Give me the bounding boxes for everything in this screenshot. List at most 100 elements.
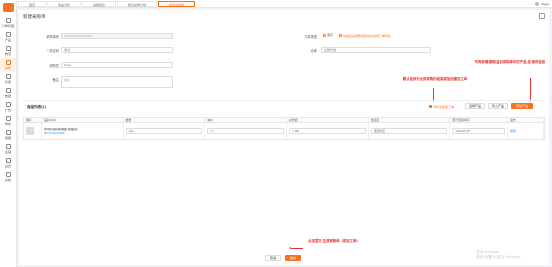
service-icon [5,130,11,135]
sidebar-item-label: 系统 [4,178,11,182]
document-icon[interactable] [539,13,545,19]
checkbox-checked-icon [429,105,432,108]
top-tab[interactable]: 采购建议 [82,0,117,7]
hint-text: 勾选后采购数量自动生成到下单列表 [343,33,392,38]
table-column-header: 总金额 [287,118,369,122]
settings-icon [5,158,11,163]
product-icon [5,32,11,37]
table-column-header: 操作 [508,118,545,122]
quantity-input[interactable]: 100 [125,128,203,134]
cancel-button[interactable]: 取消 [265,255,281,261]
store-icon [5,144,11,149]
sidebar-item-label: 广告 [4,108,11,112]
table-column-header: 单价 [205,118,287,122]
table-cell: 删除 [508,123,545,139]
sidebar-item-label: 仓库 [4,80,11,84]
table-cell [24,123,42,139]
app-logo [3,3,14,12]
sidebar-item[interactable]: 订单管理 [0,16,16,30]
checkbox-label: 同步生成加工单 [433,104,455,109]
section-divider [23,100,545,101]
annotation-arrow-icon [289,246,303,249]
sidebar-item-label: 财务 [4,122,11,126]
sidebar-item[interactable]: 物流 [0,44,16,58]
buyer-select[interactable]: bingo [61,62,173,68]
order-type-value: 库存 [327,33,334,37]
sidebar-item-label: 产品 [4,38,11,42]
table-column-header: 图片 [24,118,42,122]
warehouse-label: 仓库 [310,49,317,53]
top-tab[interactable]: 新建采购单 [158,0,196,7]
sidebar-item-label: 数据 [4,94,11,98]
product-table: 图片 品名/SKU 数量 单价 总金额 供应商 预计到货时间 操作 中冲切割圆珠球面环抱面养.… [23,117,545,140]
sidebar-item-label: 设置 [4,164,11,168]
sidebar: 订单管理产品物流采购仓库数据广告财务客服店铺设置系统 [0,0,17,267]
product-sku[interactable]: 65741/SKU2326 [44,131,121,136]
sidebar-item[interactable]: 系统 [0,170,16,184]
remark-textarea[interactable]: 备注 [61,76,173,88]
warehouse-select[interactable]: 全部仓储 [321,47,431,53]
table-column-header: 数量 [124,118,206,122]
user-menu[interactable]: Mega [535,1,549,6]
sidebar-item[interactable]: 产品 [0,30,16,44]
table-row: 中冲切割圆珠球面环抱面养... 65741/SKU2326 100 7.7 7,100 测… [24,123,545,139]
add-product-button[interactable]: 添加产品 [511,103,533,109]
sidebar-item-label: 采购 [4,66,11,70]
table-cell: 测试供应 [369,123,451,139]
order-type-radio[interactable]: 库存 [323,33,333,37]
product-thumbnail [26,127,34,135]
order-type-hint: 勾选后采购数量自动生成到下单列表 [339,34,391,38]
radio-dot-icon [323,33,326,37]
info-icon [339,34,342,38]
top-tab[interactable]: 首页 [18,0,47,7]
buyer-label: 采购员 [49,64,59,68]
annotation-arrow-icon [528,78,531,102]
annotation-submit-note: 点击提交 生成采购单（和加工单） [308,239,360,243]
total-amount-input[interactable]: 7,100 [289,128,366,134]
annotation-checkbox-note: 默认选择为全部采购的组装或加创建加工单 [402,77,468,81]
order-no-field: CG20230615000001 [61,33,173,39]
unit-price-input[interactable]: 7.7 [207,128,285,134]
sidebar-item[interactable]: 数据 [0,86,16,100]
table-column-header: 品名/SKU [42,118,124,122]
top-tab[interactable]: 商品分析 [47,0,82,7]
top-tab[interactable]: 建议采购计划 [117,0,158,7]
eta-date-picker[interactable]: 2023-06-15 [452,128,506,134]
sidebar-item[interactable]: 采购 [0,58,16,72]
finance-icon [5,116,11,121]
submit-button[interactable]: 提交 [285,255,301,261]
delete-row-link[interactable]: 删除 [510,129,541,133]
sidebar-item[interactable]: 广告 [0,100,16,114]
sidebar-item[interactable]: 财务 [0,114,16,128]
windows-activation-watermark: 激活 Windows 转到“设置”以激活 Windows。 [476,250,523,259]
sidebar-item[interactable]: 设置 [0,156,16,170]
select-product-button[interactable]: 选择产品 [465,103,485,109]
warehouse-icon [5,74,11,79]
annotation-arrow-icon [431,88,434,102]
table-column-header: 供应商 [369,118,451,122]
system-icon [5,172,11,177]
sidebar-item-label: 客服 [4,136,11,140]
orders-icon [5,18,11,23]
data-icon [5,88,11,93]
sidebar-item[interactable]: 仓库 [0,72,16,86]
table-cell: 中冲切割圆珠球面环抱面养... 65741/SKU2326 [42,123,124,139]
purchase-icon [5,60,11,65]
table-column-header: 预计到货时间 [450,118,509,122]
table-cell: 7,100 [287,123,369,139]
table-cell: 7.7 [205,123,288,139]
main-panel: 新建采购单 采购单号 CG20230615000001 * 供应商 测试 采购员… [19,10,549,265]
annotation-add-note: 可再新增/删除当前采购单中的产品 或 修改信息 [474,60,546,64]
supplier-select[interactable]: 测试 [61,47,173,53]
avatar [535,1,540,6]
ads-icon [5,102,11,107]
remark-label: 备注 [52,78,59,82]
user-name: Mega [541,1,549,6]
import-product-button[interactable]: 导入产品 [488,103,508,109]
table-cell: 100 [124,123,206,139]
sidebar-item[interactable]: 客服 [0,128,16,142]
row-supplier-select[interactable]: 测试供应 [370,128,448,134]
sidebar-item[interactable]: 店铺 [0,142,16,156]
top-tab-bar: 首页 商品分析 采购建议 建议采购计划 新建采购单 Mega [17,0,552,8]
sync-processing-checkbox[interactable]: 同步生成加工单 [429,105,454,109]
